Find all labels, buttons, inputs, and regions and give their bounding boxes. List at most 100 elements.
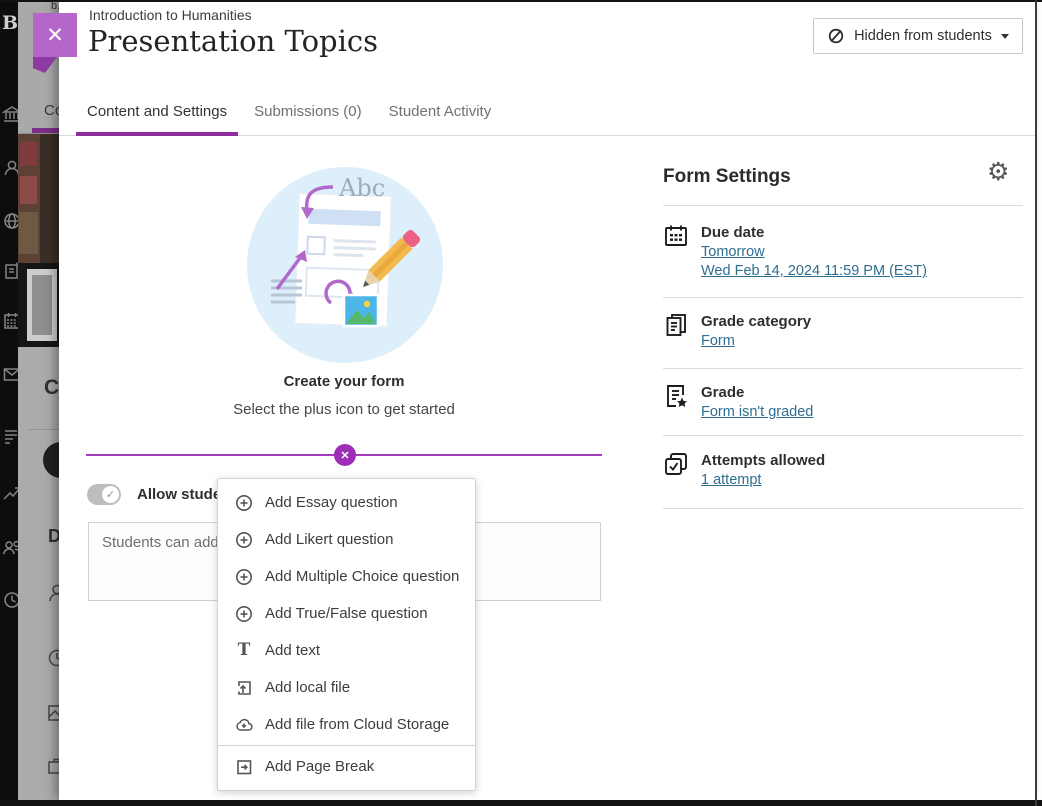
background-lower-panel: C D (18, 347, 59, 800)
check-icon: ✓ (106, 488, 115, 501)
profile-icon[interactable] (2, 158, 18, 178)
menu-item-label: Add Essay question (265, 494, 398, 511)
due-date-section: Due date Tomorrow Wed Feb 14, 2024 11:59… (663, 223, 1023, 281)
menu-item-add-likert[interactable]: Add Likert question (218, 521, 475, 558)
history-clock-icon (46, 647, 59, 669)
tab-student-activity[interactable]: Student Activity (378, 88, 503, 135)
attempts-link[interactable]: 1 attempt (701, 471, 825, 490)
menu-item-add-cloud-file[interactable]: Add file from Cloud Storage (218, 706, 475, 743)
settings-divider (663, 435, 1023, 436)
breadcrumb[interactable]: Introduction to Humanities (89, 7, 252, 23)
settings-divider (663, 368, 1023, 369)
menu-item-label: Add Page Break (265, 758, 374, 775)
circle-plus-icon (235, 531, 253, 549)
graded-document-icon (663, 383, 689, 409)
file-upload-icon (235, 679, 253, 697)
screen: B b. Co C D (0, 0, 1042, 806)
background-divider (28, 429, 59, 430)
menu-item-add-true-false[interactable]: Add True/False question (218, 595, 475, 632)
background-partial-heading: C (44, 376, 59, 400)
visibility-button[interactable]: Hidden from students (813, 18, 1023, 54)
close-panel-button[interactable]: ✕ (33, 13, 77, 57)
activity-stream-icon[interactable] (2, 427, 18, 447)
empty-state-heading: Create your form (86, 373, 602, 390)
hidden-eye-icon (827, 27, 845, 45)
book-ornament (20, 142, 37, 166)
institution-icon[interactable] (2, 104, 18, 124)
cloud-storage-icon (235, 716, 253, 734)
tab-submissions[interactable]: Submissions (0) (243, 88, 373, 135)
background-course-image (18, 134, 59, 263)
grade-section: Grade Form isn't graded (663, 383, 1023, 422)
window-border-top (0, 0, 1042, 2)
settings-divider (663, 297, 1023, 298)
messages-icon[interactable] (2, 364, 18, 384)
menu-item-label: Add text (265, 642, 320, 659)
plus-close-icon: ✕ (340, 449, 349, 462)
grade-link[interactable]: Form isn't graded (701, 403, 813, 422)
background-partial-tab: Co (44, 102, 59, 119)
book-spine (40, 134, 59, 263)
globe-icon[interactable] (2, 211, 18, 231)
organization-icon[interactable] (2, 261, 18, 281)
illustration-abc-text: Abc (338, 174, 385, 202)
settings-divider (663, 508, 1023, 509)
grades-icon[interactable] (2, 484, 18, 504)
window-border-bottom (0, 800, 1042, 806)
form-editor-panel: Introduction to Humanities Presentation … (59, 2, 1035, 800)
grade-category-section: Grade category Form (663, 312, 1023, 351)
menu-item-add-multiple-choice[interactable]: Add Multiple Choice question (218, 558, 475, 595)
add-content-plus-button[interactable]: ✕ (334, 444, 356, 466)
gear-icon[interactable]: ⚙ (987, 160, 1009, 185)
chevron-down-icon (1001, 34, 1009, 39)
attempts-label: Attempts allowed (701, 451, 825, 471)
allow-students-toggle[interactable]: ✓ (87, 484, 121, 505)
menu-separator (218, 745, 475, 746)
image-icon (46, 702, 59, 724)
grade-category-link[interactable]: Form (701, 332, 811, 351)
menu-item-add-local-file[interactable]: Add local file (218, 669, 475, 706)
document-icon (663, 312, 689, 338)
book-ornament (19, 212, 38, 254)
text-icon: T (235, 642, 253, 660)
background-partial-text: b. (51, 2, 59, 12)
tab-bar: Content and Settings Submissions (0) Stu… (59, 88, 1035, 136)
due-date-link-tomorrow[interactable]: Tomorrow (701, 243, 927, 262)
grade-category-label: Grade category (701, 312, 811, 332)
recent-activity-icon[interactable] (2, 590, 18, 610)
circle-plus-icon (235, 494, 253, 512)
due-date-link-datetime[interactable]: Wed Feb 14, 2024 11:59 PM (EST) (701, 262, 927, 281)
close-icon: ✕ (46, 23, 64, 48)
page-break-icon (235, 758, 253, 776)
visibility-label: Hidden from students (854, 28, 992, 44)
grade-label: Grade (701, 383, 813, 403)
app-logo: B (2, 12, 18, 34)
groups-icon[interactable] (2, 537, 18, 557)
window-border-right (1035, 0, 1037, 806)
due-date-label: Due date (701, 223, 927, 243)
background-partial-letter: D (48, 526, 59, 547)
briefcase-icon (46, 755, 59, 777)
framed-picture (27, 269, 57, 341)
menu-item-add-text[interactable]: T Add text (218, 632, 475, 669)
book-ornament (20, 176, 37, 204)
dimmed-background-page: b. Co C D (18, 2, 59, 800)
menu-item-label: Add Multiple Choice question (265, 568, 459, 585)
left-nav-rail: B (0, 2, 18, 800)
attempts-section: Attempts allowed 1 attempt (663, 451, 1023, 490)
menu-item-label: Add Likert question (265, 531, 393, 548)
calendar-grid-icon[interactable] (2, 311, 18, 331)
page-title: Presentation Topics (88, 24, 378, 58)
background-dark-image (18, 263, 59, 347)
menu-item-label: Add file from Cloud Storage (265, 716, 449, 733)
menu-item-add-essay[interactable]: Add Essay question (218, 484, 475, 521)
create-form-illustration: Abc (245, 163, 445, 367)
menu-item-add-page-break[interactable]: Add Page Break (218, 748, 475, 785)
framed-picture-inner (32, 275, 52, 335)
menu-item-label: Add local file (265, 679, 350, 696)
form-settings-title: Form Settings (663, 166, 791, 188)
circle-plus-icon (235, 568, 253, 586)
attempts-icon (663, 451, 689, 477)
tab-content-and-settings[interactable]: Content and Settings (76, 88, 238, 135)
person-icon (46, 582, 59, 604)
